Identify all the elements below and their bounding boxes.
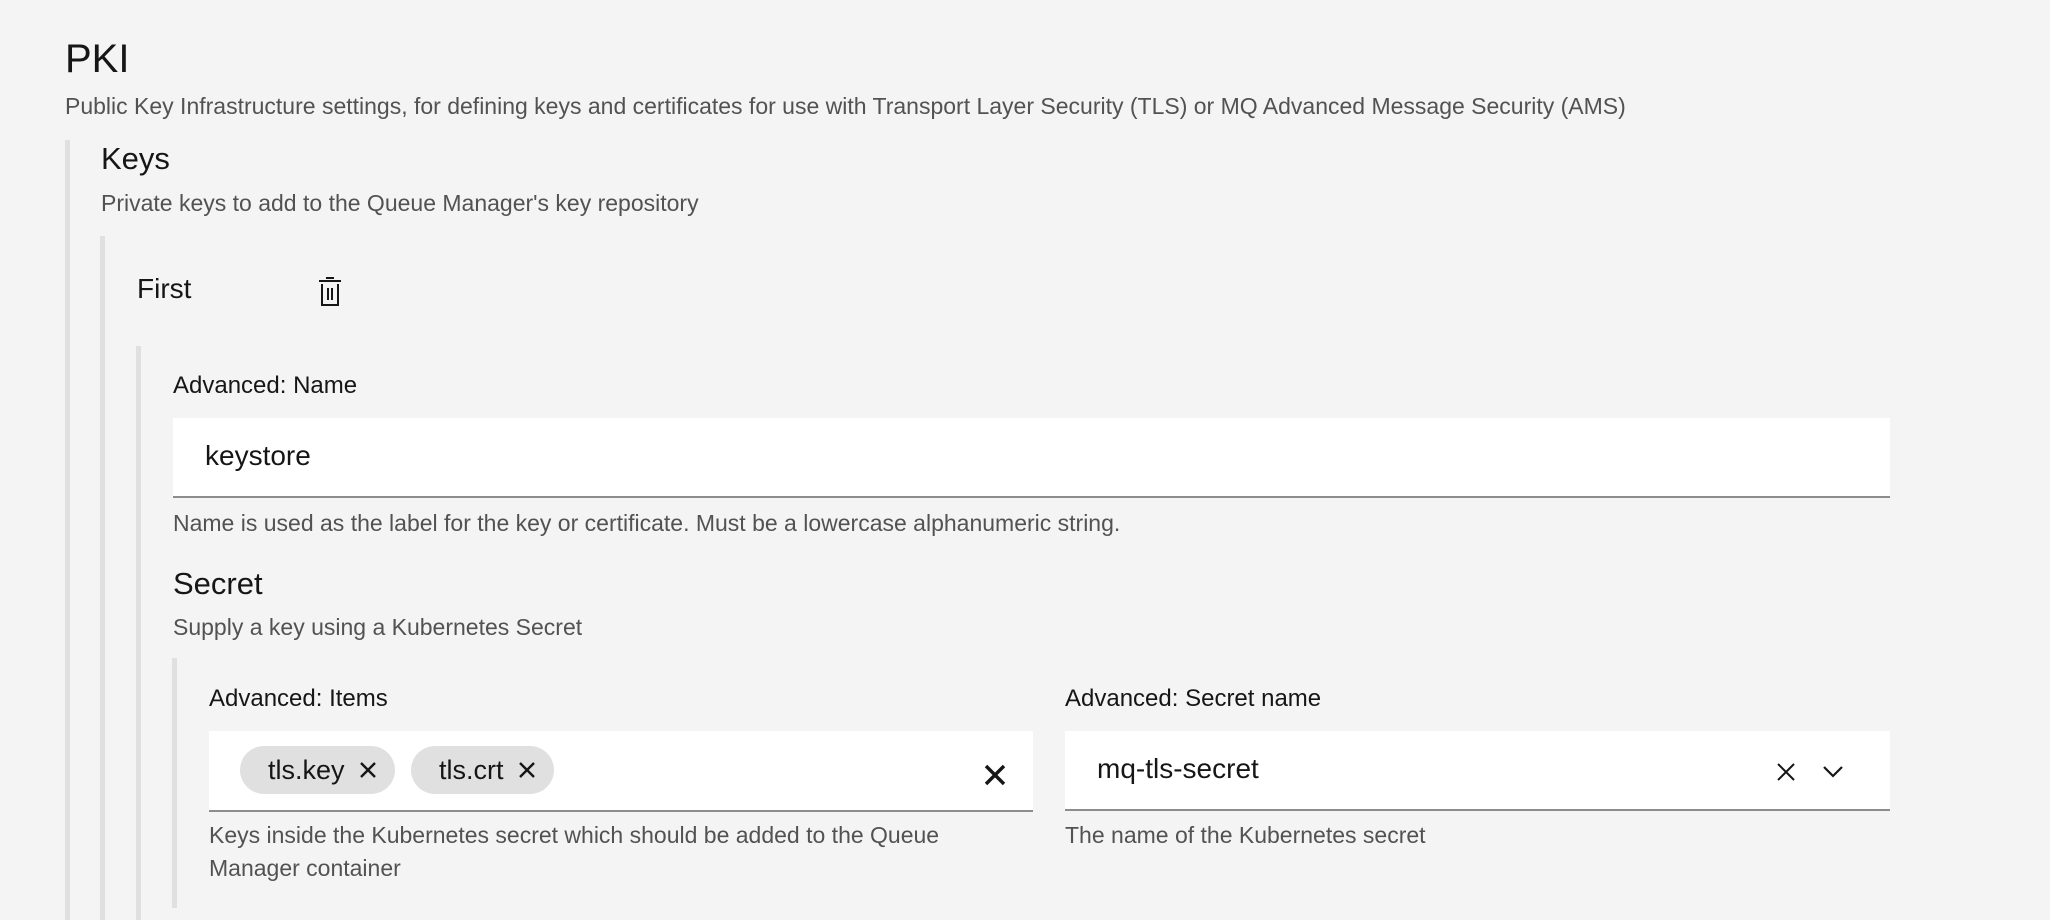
items-helper-line2: Manager container (209, 855, 401, 881)
tag-tls-key: tls.key (240, 746, 395, 794)
page-description: Public Key Infrastructure settings, for … (65, 93, 1626, 119)
name-field-label: Advanced: Name (173, 372, 358, 399)
secret-name-helper-text: The name of the Kubernetes secret (1065, 822, 1426, 848)
name-input-value: keystore (205, 440, 311, 471)
clear-selection-icon[interactable] (1766, 752, 1806, 792)
remove-tag-icon[interactable] (518, 761, 536, 779)
tag-tls-crt: tls.crt (411, 746, 554, 794)
trash-icon[interactable] (310, 272, 350, 312)
name-input[interactable]: keystore (173, 418, 1890, 498)
key-item-title: First (137, 273, 192, 304)
section-rail-secret (172, 658, 177, 908)
section-rail-pki (65, 140, 70, 920)
section-rail-first (136, 346, 141, 920)
secret-description: Supply a key using a Kubernetes Secret (173, 614, 583, 640)
name-helper-text: Name is used as the label for the key or… (173, 510, 1121, 536)
keys-description: Private keys to add to the Queue Manager… (101, 190, 699, 216)
keys-title: Keys (101, 141, 170, 176)
tag-label: tls.crt (439, 754, 504, 785)
page-title: PKI (65, 37, 130, 81)
secret-title: Secret (173, 566, 263, 601)
secret-name-field-label: Advanced: Secret name (1065, 685, 1322, 712)
chevron-down-icon[interactable] (1813, 752, 1853, 792)
items-helper-line1: Keys inside the Kubernetes secret which … (209, 822, 940, 848)
remove-tag-icon[interactable] (359, 761, 377, 779)
clear-all-icon[interactable] (975, 755, 1015, 795)
tag-label: tls.key (268, 754, 345, 785)
section-rail-keys (100, 236, 105, 920)
secret-name-value: mq-tls-secret (1097, 753, 1259, 784)
items-field-label: Advanced: Items (209, 685, 388, 712)
